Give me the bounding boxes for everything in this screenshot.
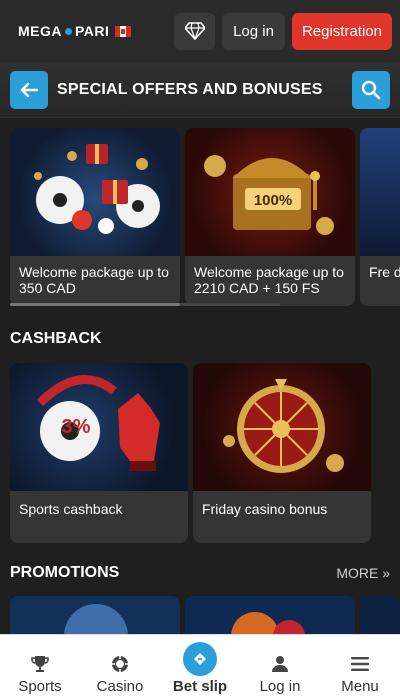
vip-diamond-button[interactable] [174, 12, 216, 50]
top-header: MEGA PARI Log in Registration [0, 0, 400, 62]
user-icon [272, 656, 288, 672]
cashback-label: Sports cashback [19, 501, 123, 517]
nav-sports-label: Sports [18, 678, 62, 695]
logo-dot [65, 27, 72, 35]
search-icon [361, 80, 381, 99]
partial-offer-image [360, 128, 400, 256]
ticket-icon [194, 653, 206, 665]
promotion-card[interactable] [360, 596, 400, 634]
cashback-title: CASHBACK [10, 330, 102, 347]
offers-content[interactable]: Welcome package up to 350 CAD 100% Welco… [0, 118, 400, 634]
cashback-card[interactable]: 3% Sports cashback [10, 363, 188, 543]
logo-text-left: MEGA [18, 23, 62, 39]
canada-flag-icon [115, 25, 132, 37]
search-button[interactable] [352, 70, 390, 109]
bottom-navigation: Sports Casino Bet slip Log in Menu [0, 634, 400, 700]
nav-login[interactable]: Log in [242, 653, 318, 695]
page-title: SPECIAL OFFERS AND BONUSES [57, 80, 323, 98]
nav-bet-slip-label: Bet slip [172, 678, 228, 695]
brand-logo[interactable]: MEGA PARI [18, 23, 132, 39]
promotion-card[interactable] [10, 596, 180, 634]
nav-casino-label: Casino [96, 678, 144, 695]
arrow-left-icon [20, 82, 38, 97]
nav-sports[interactable]: Sports [2, 653, 78, 695]
svg-text:100%: 100% [254, 192, 292, 209]
nav-menu-label: Menu [341, 678, 379, 695]
login-button[interactable]: Log in [222, 12, 285, 50]
cashback-card[interactable]: Friday casino bonus [193, 363, 371, 543]
carousel-scroll-thumb[interactable] [10, 303, 180, 306]
offer-label: Fre dep [369, 264, 400, 280]
chip-icon [112, 656, 128, 672]
trophy-icon [31, 656, 49, 672]
cashback-badge: 3% [62, 416, 91, 438]
promotions-row [10, 596, 400, 634]
cashback-row: 3% Sports cashback Friday casino bonus [10, 363, 371, 543]
offers-carousel[interactable]: Welcome package up to 350 CAD 100% Welco… [10, 128, 400, 306]
registration-button[interactable]: Registration [291, 12, 392, 50]
nav-casino[interactable]: Casino [82, 653, 158, 695]
treasure-chest-image: 100% [185, 128, 355, 256]
nav-login-label: Log in [259, 678, 301, 695]
offer-label: Welcome package up to 350 CAD [19, 264, 169, 296]
promotion-card[interactable] [185, 596, 355, 634]
sports-cashback-image: 3% [10, 363, 188, 491]
promotions-more-link[interactable]: MORE » [336, 565, 390, 581]
offer-label: Welcome package up to 2210 CAD + 150 FS [194, 264, 344, 296]
menu-icon [351, 657, 369, 671]
wheel-of-fortune-image [193, 363, 371, 491]
carousel-scrollbar[interactable] [10, 303, 280, 306]
sports-balls-gifts-image [10, 128, 180, 256]
back-button[interactable] [10, 70, 48, 109]
logo-text-right: PARI [75, 23, 110, 39]
diamond-icon [184, 22, 205, 40]
nav-menu[interactable]: Menu [322, 653, 398, 695]
cashback-label: Friday casino bonus [202, 501, 328, 517]
promotions-title: PROMOTIONS [10, 564, 120, 581]
offer-card[interactable]: 100% Welcome package up to 2210 CAD + 15… [185, 128, 355, 306]
offer-card[interactable]: Fre dep [360, 128, 400, 306]
nav-bet-slip[interactable]: Bet slip [162, 642, 238, 695]
page-header: SPECIAL OFFERS AND BONUSES [0, 62, 400, 118]
offer-card[interactable]: Welcome package up to 350 CAD [10, 128, 180, 306]
